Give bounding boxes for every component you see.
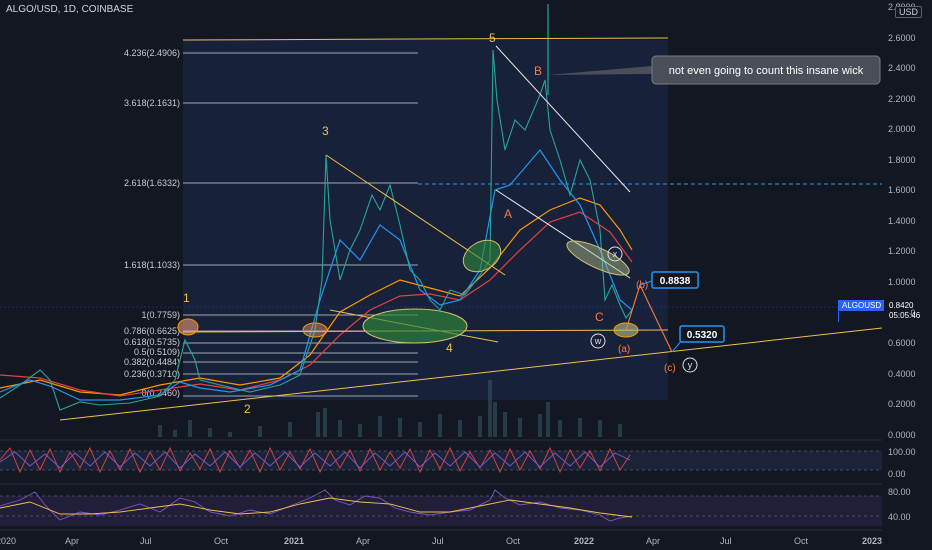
- fib-label-4236: 4.236(2.4906): [124, 48, 180, 58]
- wave-label-1: 1: [183, 291, 190, 305]
- price-tick: 1.2000: [888, 246, 916, 256]
- wave-label-A: A: [504, 207, 512, 221]
- time-tick: Apr: [65, 536, 79, 546]
- price-tick: 1.4000: [888, 216, 916, 226]
- time-tick: Apr: [356, 536, 370, 546]
- osc2-tick: 80.00: [888, 487, 911, 497]
- wave-label-c-minor: (c): [664, 363, 676, 374]
- current-price-label: ALGOUSD 0.8420 05:05:46: [838, 300, 920, 322]
- fib-label-1618: 1.618(1.1033): [124, 260, 180, 270]
- wave-label-C: C: [595, 310, 604, 324]
- fib-label-0236: 0.236(0.3710): [124, 369, 180, 379]
- time-tick: Jul: [720, 536, 732, 546]
- trendline-top-horizontal[interactable]: [182, 37, 669, 41]
- fib-label-0382: 0.382(0.4484): [124, 357, 180, 367]
- annotation-text: not even going to count this insane wick: [669, 65, 864, 77]
- wave-label-3: 3: [322, 124, 329, 138]
- price-tick: 0.2000: [888, 399, 916, 409]
- svg-text:y: y: [688, 360, 693, 370]
- oscillator-pane-2[interactable]: 80.00 40.00: [0, 483, 911, 526]
- osc1-tick: 100.00: [888, 447, 916, 457]
- svg-text:x: x: [613, 249, 618, 259]
- wave-label-B: B: [534, 64, 542, 78]
- wave-label-a-minor: (a): [618, 344, 630, 355]
- fib-label-0618: 0.618(0.5735): [124, 337, 180, 347]
- time-tick: Apr: [646, 536, 660, 546]
- price-tick: 0.4000: [888, 369, 916, 379]
- time-tick: Oct: [214, 536, 229, 546]
- time-tick: 2021: [284, 536, 304, 546]
- fib-label-3618: 3.618(2.1631): [124, 98, 180, 108]
- price-tick: 2.2000: [888, 94, 916, 104]
- fib-label-2618: 2.618(1.6332): [124, 178, 180, 188]
- osc2-tick: 40.00: [888, 512, 911, 522]
- ellipse-wave1-top[interactable]: [177, 318, 199, 336]
- target-b-value: 0.8838: [660, 276, 691, 287]
- osc1-tick: 0.00: [888, 469, 906, 479]
- price-tick: 2.0000: [888, 124, 916, 134]
- price-tick: 2.6000: [888, 33, 916, 43]
- price-tick: 1.8000: [888, 155, 916, 165]
- fib-label-05: 0.5(0.5109): [134, 347, 180, 357]
- fib-zone: [183, 40, 668, 400]
- fib-label-1: 1(0.7759): [141, 310, 180, 320]
- price-axis[interactable]: 2.8000 2.6000 2.4000 2.2000 2.0000 1.800…: [888, 2, 916, 440]
- circled-label-y: y: [682, 357, 698, 373]
- wave-label-5: 5: [489, 31, 496, 45]
- chart-canvas[interactable]: 4.236(2.4906) 3.618(2.1631) 2.618(1.6332…: [0, 0, 932, 550]
- wave-label-b-minor: (b): [636, 280, 648, 291]
- time-tick: 2020: [0, 536, 16, 546]
- symbol-title[interactable]: ALGO/USD, 1D, COINBASE: [6, 4, 133, 15]
- time-tick: Oct: [506, 536, 521, 546]
- time-tick: Jul: [432, 536, 444, 546]
- time-tick: Oct: [794, 536, 809, 546]
- ellipse-retest-2021[interactable]: [302, 322, 328, 338]
- time-tick: 2022: [574, 536, 594, 546]
- price-label-value: 0.8420: [889, 301, 914, 310]
- wave-label-2: 2: [244, 402, 251, 416]
- target-c-value: 0.5320: [687, 330, 718, 341]
- currency-badge[interactable]: USD: [894, 6, 922, 18]
- price-tick: 0.0000: [888, 430, 916, 440]
- wave-label-4: 4: [446, 341, 453, 355]
- time-tick: Jul: [140, 536, 152, 546]
- time-tick: 2023: [862, 536, 882, 546]
- price-tick: 1.0000: [888, 277, 916, 287]
- time-axis[interactable]: 2020 Apr Jul Oct 2021 Apr Jul Oct 2022 A…: [0, 529, 882, 546]
- price-tick: 0.6000: [888, 338, 916, 348]
- ellipse-wave4-zone[interactable]: [362, 308, 468, 344]
- price-tick: 1.6000: [888, 185, 916, 195]
- svg-text:w: w: [594, 336, 602, 346]
- price-label-countdown: 05:05:46: [889, 311, 921, 320]
- price-label-symbol: ALGOUSD: [839, 300, 885, 311]
- price-tick: 2.4000: [888, 63, 916, 73]
- oscillator-pane-1[interactable]: 100.00 0.00: [0, 439, 916, 479]
- fib-label-0786: 0.786(0.6625): [124, 326, 180, 336]
